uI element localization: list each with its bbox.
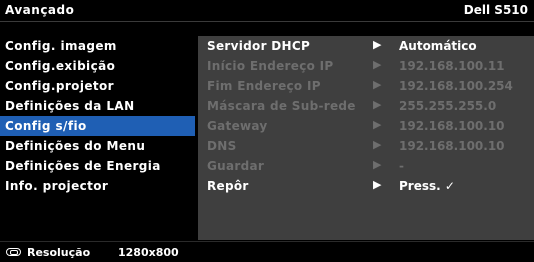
menu-title: Avançado xyxy=(5,3,75,17)
setting-row-dhcp[interactable]: Servidor DHCP ▶ Automático xyxy=(198,36,534,56)
title-bar: Avançado Dell S510 xyxy=(0,0,534,22)
menu-item-definicoes-lan[interactable]: Definições da LAN xyxy=(0,96,195,116)
setting-row-mascara: Máscara de Sub-rede ▶ 255.255.255.0 xyxy=(198,96,534,116)
menu-item-config-exibicao[interactable]: Config.exibição xyxy=(0,56,195,76)
menu-item-definicoes-menu[interactable]: Definições do Menu xyxy=(0,136,195,156)
setting-row-repor[interactable]: Repôr ▶ Press. ✓ xyxy=(198,176,534,196)
setting-label: Gateway xyxy=(207,119,268,133)
setting-label: Máscara de Sub-rede xyxy=(207,99,356,113)
main-menu: Config. imagem Config.exibição Config.pr… xyxy=(0,36,195,240)
setting-label: Início Endereço IP xyxy=(207,59,334,73)
arrow-right-icon: ▶ xyxy=(373,158,382,171)
setting-value: Press. ✓ xyxy=(399,179,455,193)
setting-label: DNS xyxy=(207,139,237,153)
menu-item-info-projector[interactable]: Info. projector xyxy=(0,176,195,196)
menu-item-config-projetor[interactable]: Config.projetor xyxy=(0,76,195,96)
arrow-right-icon: ▶ xyxy=(373,178,382,191)
arrow-right-icon: ▶ xyxy=(373,58,382,71)
menu-item-config-sem-fio[interactable]: Config s/fio xyxy=(0,116,195,136)
settings-panel: Servidor DHCP ▶ Automático Início Endere… xyxy=(198,36,534,240)
setting-value: 192.168.100.254 xyxy=(399,79,513,93)
arrow-right-icon: ▶ xyxy=(373,98,382,111)
setting-value: Automático xyxy=(399,39,477,53)
status-value: 1280x800 xyxy=(118,246,179,259)
display-icon xyxy=(6,248,21,256)
setting-value: - xyxy=(399,159,404,173)
setting-value: 255.255.255.0 xyxy=(399,99,497,113)
setting-row-gateway: Gateway ▶ 192.168.100.10 xyxy=(198,116,534,136)
arrow-right-icon: ▶ xyxy=(373,118,382,131)
setting-row-dns: DNS ▶ 192.168.100.10 xyxy=(198,136,534,156)
status-bar: Resolução 1280x800 xyxy=(0,241,534,262)
status-label: Resolução xyxy=(27,246,91,259)
setting-label: Servidor DHCP xyxy=(207,39,311,53)
menu-item-definicoes-energia[interactable]: Definições de Energia xyxy=(0,156,195,176)
setting-label: Repôr xyxy=(207,179,249,193)
setting-value: 192.168.100.11 xyxy=(399,59,505,73)
setting-row-guardar: Guardar ▶ - xyxy=(198,156,534,176)
setting-label: Guardar xyxy=(207,159,265,173)
arrow-right-icon: ▶ xyxy=(373,78,382,91)
setting-row-inicio-ip: Início Endereço IP ▶ 192.168.100.11 xyxy=(198,56,534,76)
projector-model: Dell S510 xyxy=(463,3,528,17)
menu-item-config-imagem[interactable]: Config. imagem xyxy=(0,36,195,56)
setting-value: 192.168.100.10 xyxy=(399,119,505,133)
arrow-right-icon: ▶ xyxy=(373,138,382,151)
setting-value: 192.168.100.10 xyxy=(399,139,505,153)
arrow-right-icon: ▶ xyxy=(373,38,382,51)
setting-row-fim-ip: Fim Endereço IP ▶ 192.168.100.254 xyxy=(198,76,534,96)
setting-label: Fim Endereço IP xyxy=(207,79,321,93)
